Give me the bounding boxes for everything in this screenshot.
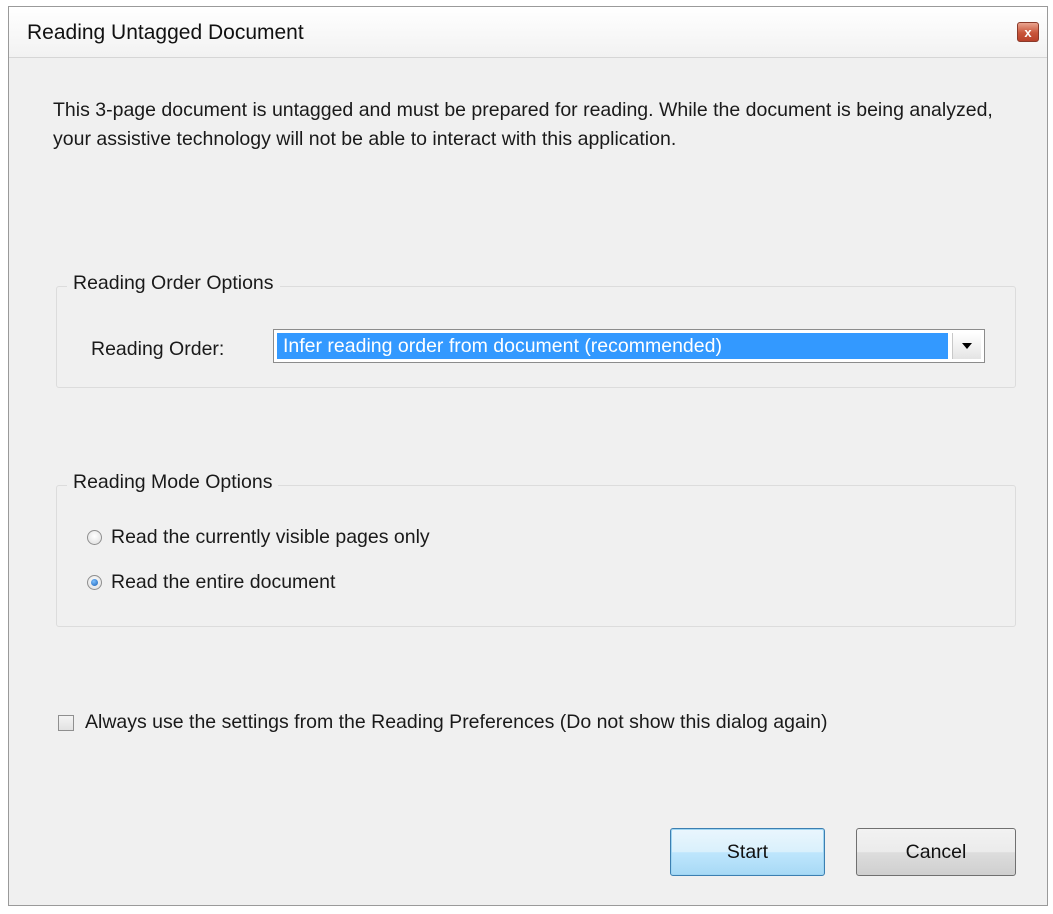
- radio-button-unselected[interactable]: [87, 530, 102, 545]
- radio-selected-dot-icon: [91, 579, 98, 586]
- close-button[interactable]: x: [1017, 22, 1039, 42]
- reading-order-options-legend: Reading Order Options: [67, 272, 280, 295]
- intro-message: This 3-page document is untagged and mus…: [53, 99, 993, 150]
- reading-mode-options-legend: Reading Mode Options: [67, 471, 279, 494]
- reading-untagged-document-dialog: Reading Untagged Document x This 3-page …: [8, 6, 1048, 906]
- dropdown-arrow-button[interactable]: [952, 333, 981, 359]
- dialog-body: This 3-page document is untagged and mus…: [9, 58, 1047, 905]
- radio-entire-document[interactable]: Read the entire document: [87, 571, 335, 594]
- always-use-preferences-checkbox[interactable]: Always use the settings from the Reading…: [58, 711, 827, 734]
- start-button[interactable]: Start: [670, 828, 825, 876]
- radio-visible-pages-only[interactable]: Read the currently visible pages only: [87, 526, 430, 549]
- reading-order-options-group: Reading Order Options Reading Order: Inf…: [56, 272, 1016, 388]
- radio-entire-document-label: Read the entire document: [111, 571, 336, 593]
- reading-order-selected-value: Infer reading order from document (recom…: [277, 333, 948, 359]
- reading-mode-options-group: Reading Mode Options Read the currently …: [56, 471, 1016, 627]
- radio-button-selected[interactable]: [87, 575, 102, 590]
- always-use-preferences-label: Always use the settings from the Reading…: [85, 711, 828, 733]
- reading-order-label: Reading Order:: [91, 338, 225, 360]
- radio-visible-pages-label: Read the currently visible pages only: [111, 526, 430, 548]
- title-bar[interactable]: Reading Untagged Document x: [9, 7, 1047, 58]
- close-icon: x: [1024, 24, 1032, 40]
- chevron-down-icon: [962, 343, 972, 349]
- dialog-title: Reading Untagged Document: [27, 21, 304, 44]
- cancel-button[interactable]: Cancel: [856, 828, 1016, 876]
- checkbox-box[interactable]: [58, 714, 74, 731]
- reading-order-dropdown[interactable]: Infer reading order from document (recom…: [273, 329, 985, 363]
